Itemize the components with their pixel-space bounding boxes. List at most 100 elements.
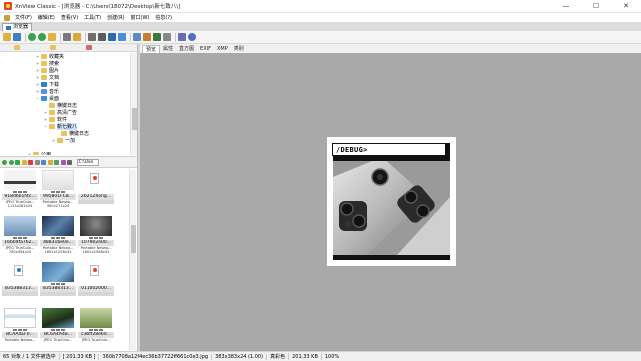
menu-create[interactable]: 创建(R)	[104, 14, 127, 21]
tree-item-music[interactable]: + 音乐	[36, 88, 59, 95]
tree-item-desktop[interactable]: − 桌面	[36, 95, 59, 102]
star-icon[interactable]	[60, 159, 66, 165]
filter-icon[interactable]	[73, 33, 81, 41]
tree-item-oneplus[interactable]: + 一加	[52, 137, 75, 144]
convert-icon[interactable]	[143, 33, 151, 41]
thumbnail-item[interactable]: 011002000...	[78, 262, 114, 306]
thumbnail-meta: Portable Netwo...	[2, 338, 38, 342]
thumbnail-item[interactable]: 995801FC8... Portable Netwo... 300x271x24	[40, 170, 76, 214]
tree-item-pictures[interactable]: + 图片	[36, 67, 59, 74]
preview-area[interactable]: /DEBUG>	[140, 53, 641, 351]
tag-icon[interactable]	[67, 159, 72, 165]
tree-item-ads[interactable]: + 高清广告	[44, 109, 77, 116]
title-bar: XnView Classic - [浏览器 - C:\Users\18072\D…	[0, 0, 641, 13]
tree-scrollbar[interactable]	[130, 53, 137, 155]
settings-icon[interactable]	[178, 33, 186, 41]
thumbnail-image	[80, 308, 112, 328]
thumbnail-image	[4, 216, 36, 236]
tab-properties[interactable]: 属性	[160, 45, 176, 53]
maximize-button[interactable]: ☐	[581, 0, 611, 13]
status-bar: 65 对象 / 1 文件被选中 [ 201.33 KB ] 360b7708a1…	[0, 351, 641, 361]
thumbnail-scrollbar-thumb[interactable]	[131, 225, 136, 253]
help-icon[interactable]	[188, 33, 196, 41]
back-icon[interactable]	[28, 33, 36, 41]
debug-label: /DEBUG>	[336, 146, 368, 154]
filter-icon[interactable]	[47, 159, 53, 165]
print-icon[interactable]	[98, 33, 106, 41]
thumbnail-format: Portable Netwo...	[4, 338, 36, 342]
preview-tabs: 预览 属性 直方图 EXIF XMP 类别	[140, 44, 641, 53]
tab-categories[interactable]: 类别	[231, 45, 247, 53]
thumbnail-dims: 300x271x24	[46, 204, 70, 209]
thumbnail-item[interactable]: BC6A4A48... JPEG TrueColo...	[40, 308, 76, 350]
tree-item-documents[interactable]: + 文档	[36, 74, 59, 81]
tab-xmp[interactable]: XMP	[214, 45, 231, 53]
tree-item-search[interactable]: + 搜索	[36, 60, 59, 67]
binoculars-icon[interactable]	[88, 33, 96, 41]
tree-item-downloads[interactable]: + 下载	[36, 81, 59, 88]
info-panel-icon[interactable]	[163, 33, 171, 41]
thumbnail-item[interactable]: 835388313...	[40, 262, 76, 306]
thumbnail-item[interactable]: 48831be0e... Portable Netwo... 1802x1258x…	[40, 216, 76, 260]
menu-edit[interactable]: 编辑(E)	[35, 14, 58, 21]
thumbnail-item[interactable]: 16604fa762... JPEG TrueColo... 700x494x24	[2, 216, 38, 260]
pdf-file-icon	[90, 173, 99, 184]
tab-preview[interactable]: 预览	[142, 45, 161, 53]
status-dimensions: 383x383x24 (1.00)	[212, 353, 268, 360]
minimize-button[interactable]: —	[551, 0, 581, 13]
delete-icon[interactable]	[28, 159, 33, 165]
debug-banner: /DEBUG>	[332, 143, 446, 156]
path-combo[interactable]: C:\Use	[76, 158, 99, 166]
tab-exif[interactable]: EXIF	[197, 45, 214, 53]
parent-folder-icon[interactable]	[48, 33, 56, 41]
thumbnail-toolbar: C:\Use	[0, 156, 137, 168]
app-icon	[4, 2, 12, 10]
thumbnail-item[interactable]: BCAA4EF0... Portable Netwo...	[2, 308, 38, 350]
thumbnail-item[interactable]: 2021Zhong...	[78, 170, 114, 214]
favorites-tab-icon[interactable]	[50, 45, 56, 50]
tree-item-software[interactable]: + 软件	[44, 116, 67, 123]
tree-item-log[interactable]: 横键日志	[44, 102, 77, 109]
refresh-icon[interactable]	[63, 33, 71, 41]
refresh-icon[interactable]	[34, 159, 40, 165]
tab-histogram[interactable]: 直方图	[176, 45, 197, 53]
thumbnail-item[interactable]: 107902e00... Portable Netwo... 1802x1568x…	[78, 216, 114, 260]
thumbnail-item[interactable]: 918d601f4c... JPEG TrueColo... 1125x281x2…	[2, 170, 38, 214]
tree-item-public[interactable]: + 公用	[28, 151, 51, 155]
slideshow-icon[interactable]	[133, 33, 141, 41]
tree-item-sublog[interactable]: 横键日志	[56, 130, 89, 137]
back-icon[interactable]	[2, 159, 7, 165]
menu-window[interactable]: 窗口(W)	[128, 14, 153, 21]
menu-view[interactable]: 查看(V)	[58, 14, 81, 21]
forward-icon[interactable]	[38, 33, 46, 41]
tree-scrollbar-thumb[interactable]	[132, 108, 137, 130]
categories-tab-icon[interactable]	[86, 45, 92, 50]
tree-item-favorites[interactable]: + 收藏夹	[36, 53, 64, 60]
menu-app-icon	[4, 14, 10, 21]
thumbnail-scrollbar[interactable]	[129, 170, 136, 350]
view-icon[interactable]	[41, 159, 46, 165]
scan-icon[interactable]	[108, 33, 116, 41]
thumbnail-item[interactable]: c3bff28e6d... JPEG TrueColo...	[78, 308, 114, 350]
fullscreen-icon[interactable]	[13, 33, 21, 41]
up-icon[interactable]	[15, 159, 20, 165]
menu-tools[interactable]: 工具(T)	[81, 14, 104, 21]
menu-file[interactable]: 文件(F)	[12, 14, 35, 21]
rename-icon[interactable]	[153, 33, 161, 41]
close-button[interactable]: ✕	[611, 0, 641, 13]
view-mode-icon[interactable]	[118, 33, 126, 41]
thumbnail-item[interactable]: 835388313...	[2, 262, 38, 306]
tab-browser[interactable]: 浏览器	[2, 23, 33, 31]
tree-item-current-folder[interactable]: − 新七致八	[44, 123, 78, 130]
thumbnail-meta: JPEG TrueColo...	[78, 338, 114, 342]
folders-tab-icon[interactable]	[14, 45, 20, 50]
parent-folder-icon[interactable]	[21, 159, 27, 165]
open-folder-icon[interactable]	[3, 33, 11, 41]
sort-icon[interactable]	[54, 159, 59, 165]
menu-info[interactable]: 信息(?)	[152, 14, 175, 21]
tab-browser-label: 浏览器	[13, 24, 29, 30]
folder-icon	[61, 131, 67, 136]
status-color-mode: 真彩色	[267, 353, 290, 360]
forward-icon[interactable]	[8, 159, 14, 165]
status-file-size: 201.33 KB	[289, 353, 322, 360]
